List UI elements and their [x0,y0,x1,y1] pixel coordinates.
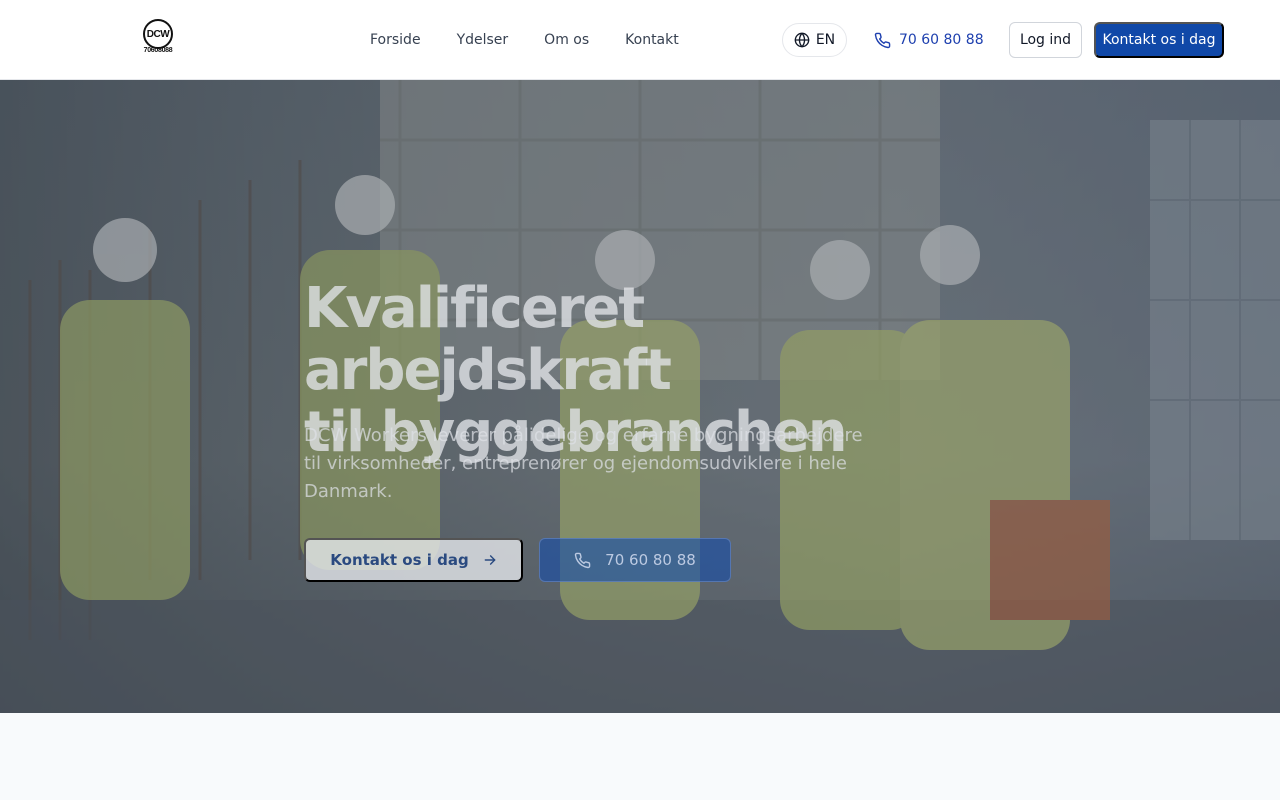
nav-link-ydelser[interactable]: Ydelser [439,32,527,48]
phone-icon [574,552,591,568]
logo-mark: DCW [146,28,170,40]
login-label: Log ind [1019,32,1072,48]
hero-title-line-1: Kvalificeret arbejdskraft [304,276,672,403]
nav-link-om-os[interactable]: Om os [526,32,607,48]
nav-link-forside[interactable]: Forside [352,32,439,48]
header-phone-link[interactable]: 70 60 80 88 [874,23,984,57]
hero-phone-label: 70 60 80 88 [605,551,696,569]
globe-icon [794,32,810,48]
language-button[interactable]: EN [782,23,847,57]
header-phone-label: 70 60 80 88 [899,32,984,48]
hero-phone-button[interactable]: 70 60 80 88 [539,538,731,582]
arrow-right-icon [484,555,496,565]
hero-subtitle: DCW Workers leverer pålidelige og erfarn… [304,425,863,502]
logo-circle: DCW [143,19,173,49]
login-button[interactable]: Log ind [1009,22,1082,58]
hero-contact-button[interactable]: Kontakt os i dag [304,538,523,582]
nav-link-kontakt[interactable]: Kontakt [607,32,697,48]
phone-icon [874,32,891,48]
hero-section: Kvalificeret arbejdskraft til byggebranc… [0,80,1280,713]
hero-contact-label: Kontakt os i dag [330,551,469,569]
main-nav: Forside Ydelser Om os Kontakt [352,0,697,80]
logo-phone: 70608088 [143,47,173,54]
logo[interactable]: DCW 70608088 [138,19,178,57]
language-label: EN [815,32,836,48]
site-header: DCW 70608088 Forside Ydelser Om os Konta… [0,0,1280,80]
contact-cta-button[interactable]: Kontakt os i dag [1094,22,1224,58]
next-section [0,713,1280,800]
contact-cta-label: Kontakt os i dag [1102,32,1216,48]
